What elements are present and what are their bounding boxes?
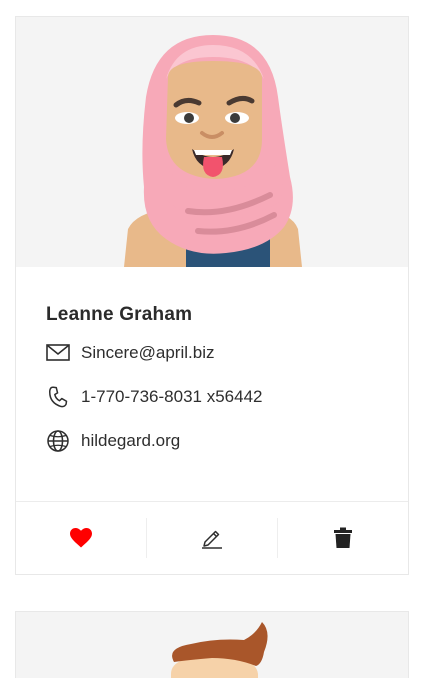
heart-icon — [70, 528, 92, 548]
card-body: Leanne Graham Sincere@april.biz 1-770-73… — [16, 267, 408, 502]
like-button[interactable] — [16, 518, 146, 558]
user-phone: 1-770-736-8031 x56442 — [81, 387, 263, 406]
user-list: Leanne Graham Sincere@april.biz 1-770-73… — [0, 0, 426, 678]
user-name: Leanne Graham — [46, 304, 193, 325]
avatar-illustration — [124, 35, 302, 267]
user-email: Sincere@april.biz — [81, 343, 215, 362]
mail-icon — [46, 341, 70, 365]
user-card: Leanne Graham Sincere@april.biz 1-770-73… — [15, 16, 409, 575]
email-row: Sincere@april.biz — [46, 341, 214, 365]
avatar — [16, 612, 408, 678]
phone-row: 1-770-736-8031 x56442 — [46, 385, 262, 409]
avatar-illustration — [171, 622, 268, 678]
edit-button[interactable] — [146, 518, 277, 558]
card-actions — [16, 502, 408, 574]
delete-icon — [334, 527, 352, 548]
user-card — [15, 611, 409, 678]
website-row: hildegard.org — [46, 429, 180, 453]
avatar — [16, 17, 408, 267]
edit-icon — [202, 530, 222, 549]
user-website[interactable]: hildegard.org — [81, 431, 180, 451]
delete-button[interactable] — [277, 518, 408, 558]
globe-icon — [46, 429, 70, 453]
phone-icon — [46, 385, 70, 409]
